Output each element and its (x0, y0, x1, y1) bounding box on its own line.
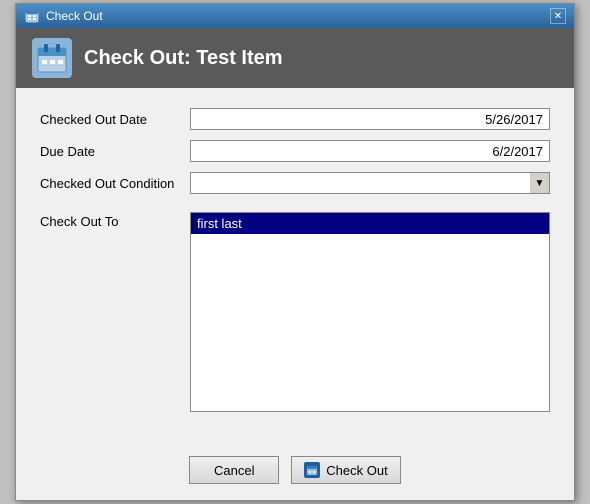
header-icon (32, 38, 72, 78)
cancel-label: Cancel (214, 463, 254, 478)
due-date-row: Due Date (40, 140, 550, 162)
header-title: Check Out: Test Item (84, 47, 283, 70)
button-row: Cancel Check Out (16, 448, 574, 500)
checked-out-condition-label: Checked Out Condition (40, 176, 190, 191)
checked-out-condition-row: Checked Out Condition Good Fair Poor ▼ (40, 172, 550, 194)
cancel-button[interactable]: Cancel (189, 456, 279, 484)
check-out-button-icon (304, 462, 320, 478)
title-bar-text: Check Out (46, 9, 103, 23)
checked-out-date-label: Checked Out Date (40, 112, 190, 127)
check-out-window: Check Out ✕ Check Out: Test Item Checked… (15, 3, 575, 501)
checked-out-condition-wrapper: Good Fair Poor ▼ (190, 172, 550, 194)
header-bar: Check Out: Test Item (16, 28, 574, 88)
window-icon (24, 8, 40, 24)
title-bar-left: Check Out (24, 8, 103, 24)
check-out-to-label: Check Out To (40, 212, 190, 229)
check-out-to-selected-item[interactable]: first last (191, 213, 549, 234)
due-date-label: Due Date (40, 144, 190, 159)
check-out-label: Check Out (326, 463, 387, 478)
due-date-input[interactable] (190, 140, 550, 162)
checked-out-date-row: Checked Out Date (40, 108, 550, 130)
close-button[interactable]: ✕ (550, 8, 566, 24)
form-area: Checked Out Date Due Date Checked Out Co… (16, 88, 574, 448)
checked-out-date-input[interactable] (190, 108, 550, 130)
check-out-to-area: Check Out To first last (40, 212, 550, 412)
check-out-to-list[interactable]: first last (190, 212, 550, 412)
checked-out-condition-select[interactable]: Good Fair Poor (190, 172, 550, 194)
title-bar: Check Out ✕ (16, 4, 574, 28)
check-out-button[interactable]: Check Out (291, 456, 400, 484)
